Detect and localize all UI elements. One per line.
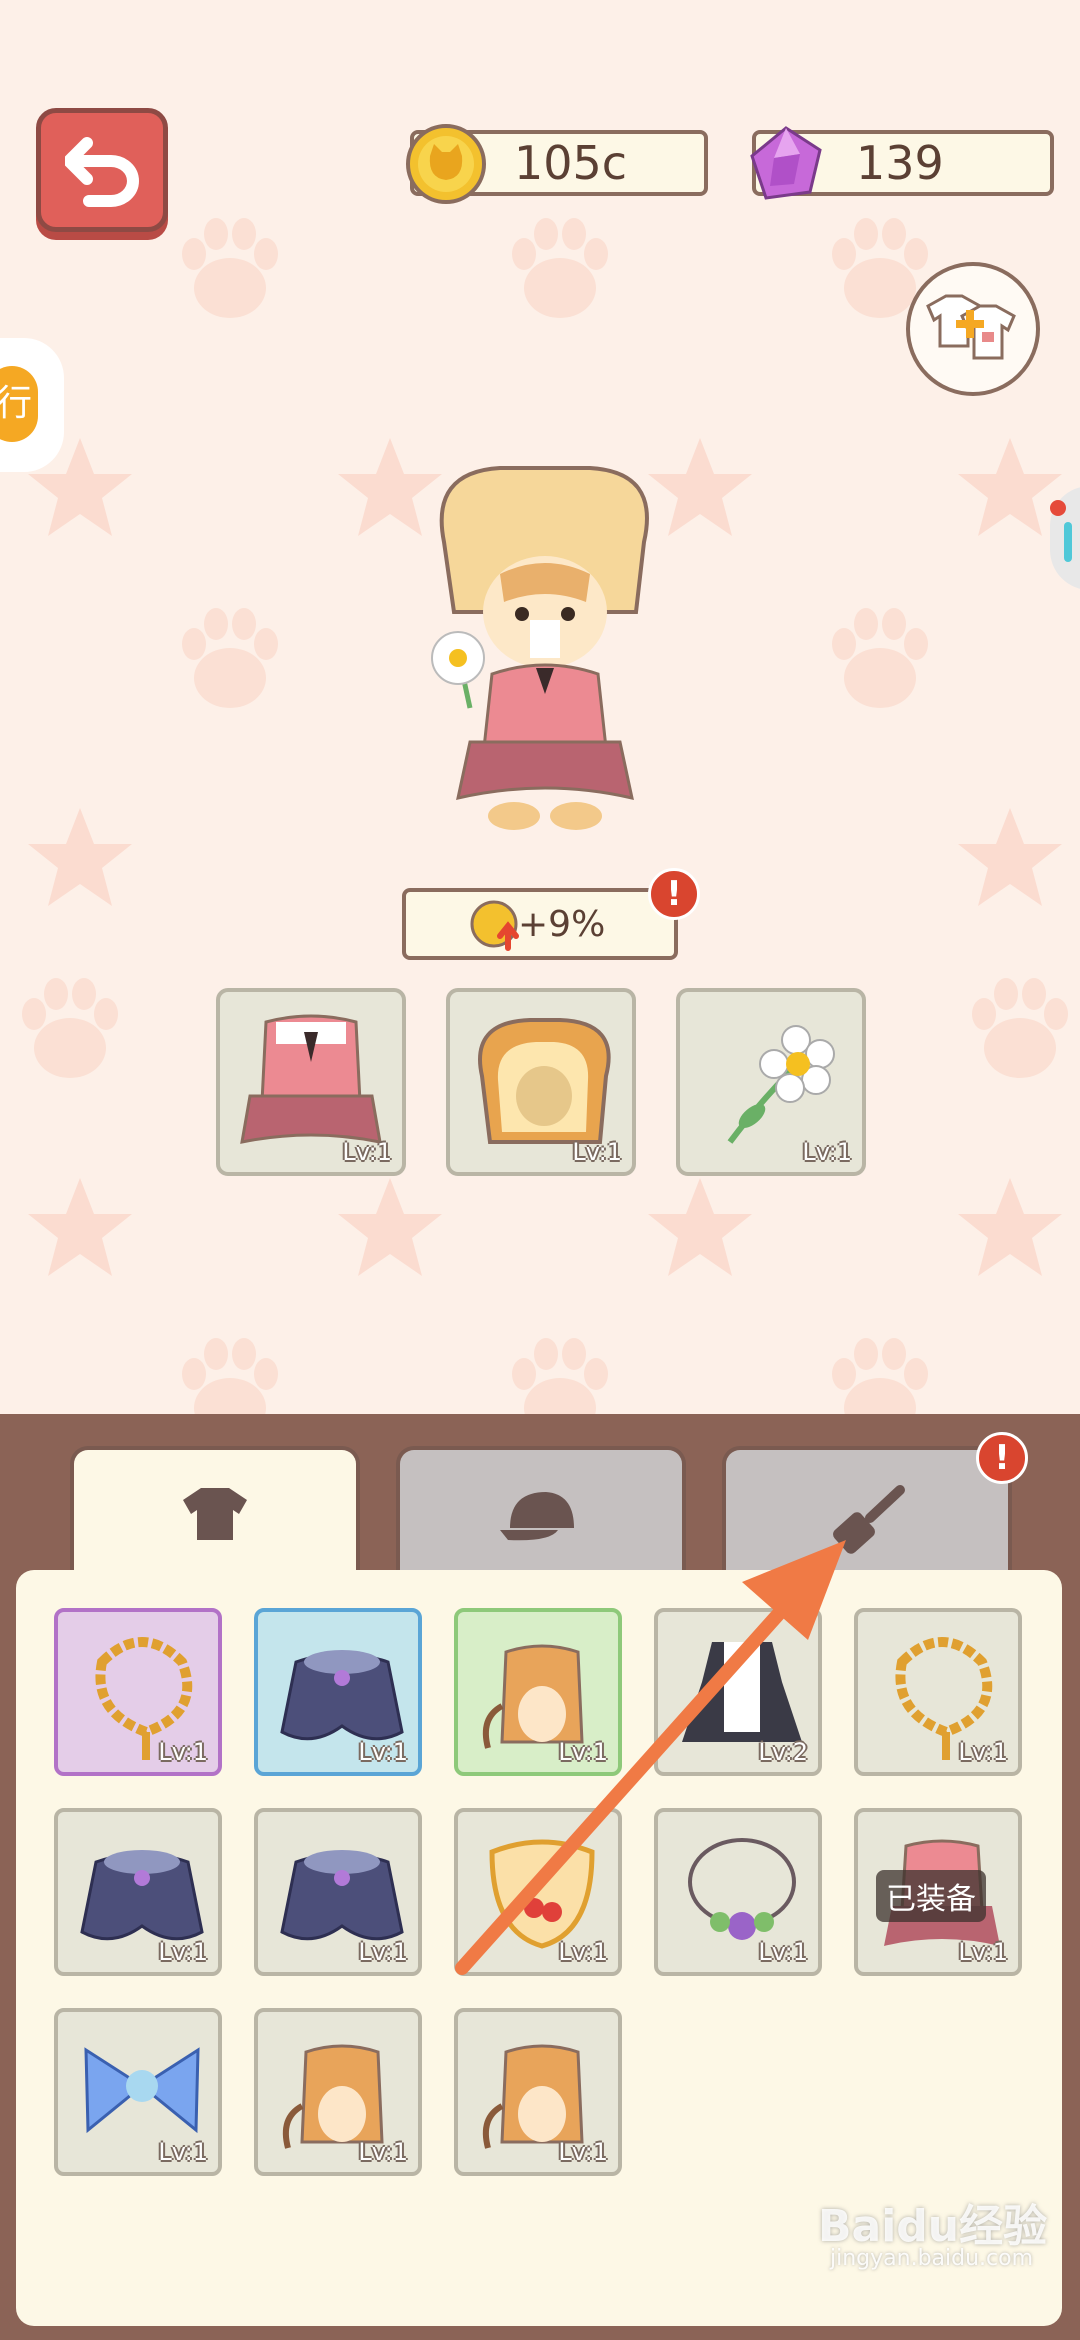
gem-icon — [750, 126, 822, 200]
equipped-slot-hat[interactable]: Lv:1 — [446, 988, 636, 1176]
slot-level: Lv:1 — [802, 1138, 852, 1166]
inventory-item-cat-body-suit[interactable]: Lv:1 — [454, 2008, 622, 2176]
inventory-item-flower-necklace[interactable]: Lv:1 — [654, 1808, 822, 1976]
item-level: Lv:1 — [958, 1938, 1008, 1966]
notification-dot — [1050, 500, 1066, 516]
bonus-text: +9% — [518, 903, 606, 945]
gem-amount: 139 — [856, 136, 944, 190]
item-level: Lv:1 — [358, 1938, 408, 1966]
outfit-add-button[interactable] — [906, 262, 1040, 396]
item-level: Lv:1 — [158, 2138, 208, 2166]
inventory-item-cat-body-suit[interactable]: Lv:1 — [254, 2008, 422, 2176]
slot-level: Lv:1 — [342, 1138, 392, 1166]
left-side-tab[interactable]: 行 — [0, 338, 64, 472]
inventory-item-navy-cape[interactable]: Lv:1 — [54, 1808, 222, 1976]
item-level: Lv:1 — [558, 2138, 608, 2166]
watermark-url: jingyan.baidu.com — [830, 2246, 1034, 2271]
item-level: Lv:2 — [758, 1738, 808, 1766]
slot-level: Lv:1 — [572, 1138, 622, 1166]
tab-hats[interactable] — [396, 1446, 686, 1578]
held-items-alert-icon: ! — [976, 1432, 1028, 1484]
item-level: Lv:1 — [558, 1738, 608, 1766]
inventory-item-pink-uniform[interactable]: Lv:1 已装备 — [854, 1808, 1022, 1976]
bonus-alert-icon: ! — [648, 868, 700, 920]
item-level: Lv:1 — [958, 1738, 1008, 1766]
tab-held-items[interactable] — [722, 1446, 1012, 1578]
coin-boost-icon — [470, 900, 519, 951]
watermark-logo: Baidu经验 — [818, 2201, 1048, 2252]
equipped-tag: 已装备 — [876, 1870, 986, 1922]
shirts-plus-icon — [926, 294, 1016, 360]
item-level: Lv:1 — [358, 1738, 408, 1766]
item-level: Lv:1 — [758, 1938, 808, 1966]
undo-arrow-icon — [65, 137, 139, 207]
coin-amount: 105c — [514, 136, 628, 190]
left-tab-badge: 行 — [0, 366, 38, 442]
inventory-item-bead-necklace[interactable]: Lv:1 — [854, 1608, 1022, 1776]
inventory-item-bead-necklace[interactable]: Lv:1 — [54, 1608, 222, 1776]
back-button[interactable] — [36, 108, 168, 232]
item-level: Lv:1 — [158, 1938, 208, 1966]
item-level: Lv:1 — [158, 1738, 208, 1766]
cap-icon — [500, 1492, 574, 1541]
inventory-item-navy-cape[interactable]: Lv:1 — [254, 1808, 422, 1976]
inventory-item-maid-dress[interactable]: Lv:2 — [654, 1608, 822, 1776]
bonus-indicator[interactable]: +9% — [402, 888, 678, 960]
inventory-item-cat-body-suit[interactable]: Lv:1 — [454, 1608, 622, 1776]
item-level: Lv:1 — [358, 2138, 408, 2166]
inventory-item-cherry-bib[interactable]: Lv:1 — [454, 1808, 622, 1976]
right-tab-indicator — [1064, 522, 1072, 562]
cat-character — [431, 466, 649, 830]
shirt-icon — [183, 1488, 247, 1540]
spatula-icon — [833, 1485, 905, 1554]
equipped-slot-outfit[interactable]: Lv:1 — [216, 988, 406, 1176]
inventory-item-blue-bow[interactable]: Lv:1 — [54, 2008, 222, 2176]
cat-coin-icon — [406, 124, 486, 204]
inventory-item-navy-cape[interactable]: Lv:1 — [254, 1608, 422, 1776]
item-level: Lv:1 — [558, 1938, 608, 1966]
equipped-slot-held[interactable]: Lv:1 — [676, 988, 866, 1176]
